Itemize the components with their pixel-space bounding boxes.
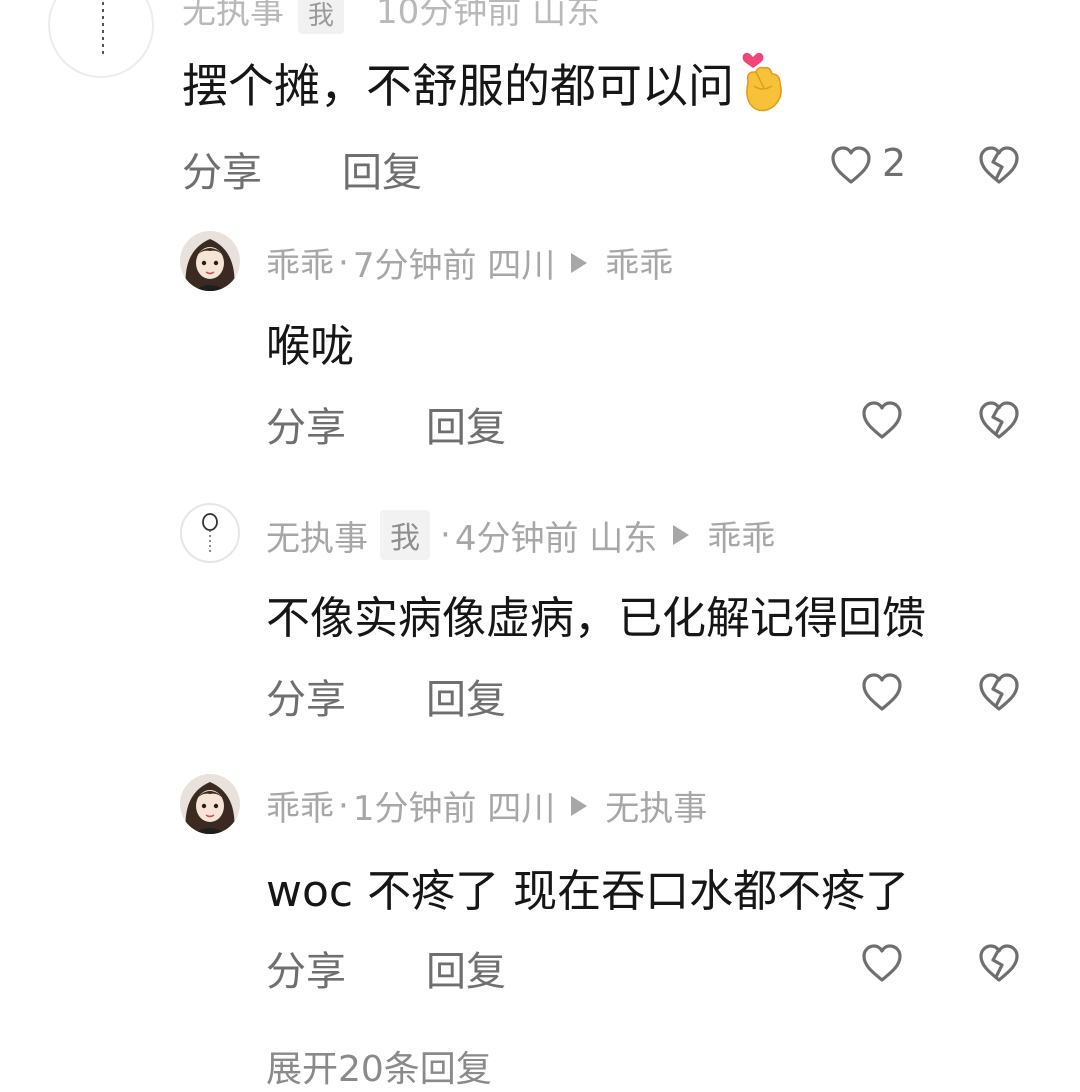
dislike-broken-heart-icon[interactable] [978,400,1020,440]
top-comment-location: 山东 [532,0,601,32]
reply-meta: 乖乖 · 7分钟前 四川 乖乖 [266,238,673,287]
top-comment-username[interactable]: 无执事 [182,0,284,32]
like-heart-icon[interactable] [830,145,872,185]
expand-replies-link[interactable]: 展开20条回复 [266,1040,492,1092]
girl-avatar-icon [180,774,240,834]
fingers-crossed-heart-icon [740,52,786,114]
reply-avatar-girl[interactable] [180,774,240,834]
reply-time: 4分钟前 [454,518,579,559]
reply-avatar-balloon[interactable] [180,503,240,563]
share-button[interactable]: 分享 [266,395,346,453]
reply-button[interactable]: 回复 [342,140,422,198]
dislike-broken-heart-icon[interactable] [978,943,1020,983]
share-button[interactable]: 分享 [266,667,346,725]
reply-username[interactable]: 乖乖 [266,781,334,830]
like-heart-icon[interactable] [861,672,903,712]
reply-avatar-girl[interactable] [180,231,240,291]
reply-button[interactable]: 回复 [426,395,506,453]
reply-meta: 乖乖 · 1分钟前 四川 无执事 [266,781,707,830]
reply-location: 四川 [487,789,556,829]
reply-to-user[interactable]: 无执事 [605,781,707,830]
reply-arrow-icon [571,795,588,816]
share-button[interactable]: 分享 [182,140,262,198]
reply-button[interactable]: 回复 [426,939,506,997]
reply-username[interactable]: 无执事 [266,511,368,560]
top-comment-body: 摆个摊，不舒服的都可以问 [182,50,786,116]
reply-meta: 无执事我 · 4分钟前 山东 乖乖 [266,510,775,560]
me-tag: 我 [298,0,345,34]
top-comment-avatar[interactable] [48,0,154,78]
balloon-avatar-icon [102,2,104,54]
like-heart-icon[interactable] [861,400,903,440]
dislike-broken-heart-icon[interactable] [978,672,1020,712]
dislike-broken-heart-icon[interactable] [978,145,1020,185]
reply-text: woc 不疼了 现在吞口水都不疼了 [266,866,910,917]
reply-time: 7分钟前 [352,246,477,286]
share-button[interactable]: 分享 [266,939,346,997]
reply-arrow-icon [673,525,690,545]
like-heart-icon[interactable] [861,943,903,983]
reply-arrow-icon [571,252,588,273]
reply-text: 喉咙 [266,321,354,372]
reply-to-user[interactable]: 乖乖 [707,511,775,560]
top-comment-meta: 无执事我 10分钟前 山东 [182,0,600,34]
reply-location: 山东 [589,518,658,559]
reply-location: 四川 [487,246,556,286]
like-count: 2 [882,141,907,185]
reply-text: 不像实病像虚病，已化解记得回馈 [266,593,926,644]
me-tag: 我 [380,510,430,560]
reply-username[interactable]: 乖乖 [266,238,334,287]
reply-time: 1分钟前 [352,789,477,829]
top-comment-text: 摆个摊，不舒服的都可以问 [182,59,734,113]
girl-avatar-icon [180,231,240,291]
reply-button[interactable]: 回复 [426,667,506,725]
balloon-avatar-icon [202,513,218,555]
reply-to-user[interactable]: 乖乖 [605,238,673,287]
top-comment-time: 10分钟前 [376,0,522,32]
